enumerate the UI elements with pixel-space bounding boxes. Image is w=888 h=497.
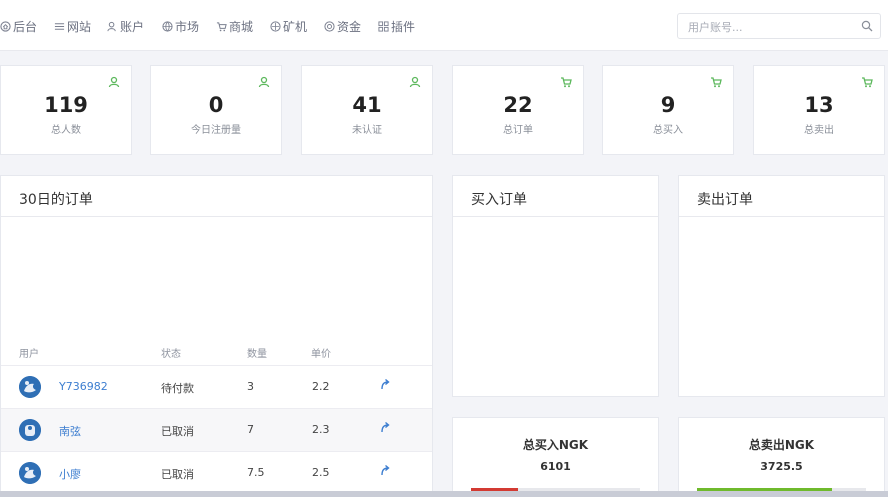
column-header-status: 状态 <box>161 349 181 360</box>
panel-title: 30日的订单 <box>19 192 93 208</box>
search-icon[interactable] <box>861 20 873 32</box>
nav-item-plugins[interactable]: 插件 <box>378 18 415 34</box>
stat-value: 41 <box>352 93 382 117</box>
stat-card-total-users: 119 总人数 <box>0 65 132 155</box>
nav-item-website[interactable]: 网站 <box>54 18 91 34</box>
globe-icon <box>162 21 173 32</box>
column-header-user: 用户 <box>19 349 39 360</box>
stat-label: 未认证 <box>352 125 382 136</box>
total-buy-card: 总买入NGK 6101 <box>452 417 659 497</box>
user-icon <box>409 76 421 88</box>
nav-item-mall[interactable]: 商城 <box>216 18 253 34</box>
buy-orders-panel: 买入订单 <box>452 175 659 397</box>
coin-icon <box>324 21 335 32</box>
stat-value: 13 <box>804 93 834 117</box>
stat-label: 今日注册量 <box>191 125 241 136</box>
search-input[interactable] <box>686 17 860 37</box>
order-user-link[interactable]: 小廖 <box>59 466 81 482</box>
nav-item-backend[interactable]: 后台 <box>0 18 37 34</box>
table-row[interactable]: 小廖 已取消 7.5 2.5 <box>1 451 432 494</box>
order-quantity: 7 <box>247 423 254 436</box>
stat-card-total-buy: 9 总买入 <box>602 65 734 155</box>
stat-value: 119 <box>44 93 88 117</box>
total-buy-value: 6101 <box>540 460 571 473</box>
table-row[interactable]: Y736982 待付款 3 2.2 <box>1 365 432 408</box>
bottom-scroll-strip <box>0 491 888 497</box>
stat-label: 总人数 <box>51 125 81 136</box>
share-icon[interactable] <box>379 378 391 390</box>
order-quantity: 7.5 <box>247 466 265 479</box>
user-icon <box>258 76 270 88</box>
nav-item-label: 商城 <box>229 20 254 34</box>
stat-label: 总订单 <box>503 125 533 136</box>
order-user-link[interactable]: 南弦 <box>59 423 81 439</box>
order-status: 待付款 <box>161 382 194 395</box>
top-navbar: 后台 网站 账户 市场 商城 矿机 资金 插件 <box>0 0 888 51</box>
cart-icon <box>216 22 227 32</box>
panel-title: 卖出订单 <box>697 192 753 208</box>
stat-label: 总买入 <box>653 125 683 136</box>
stat-label: 总卖出 <box>804 125 834 136</box>
nav-item-label: 资金 <box>337 20 362 34</box>
user-icon <box>107 21 116 32</box>
list-icon <box>54 23 65 30</box>
grid-icon <box>378 21 389 32</box>
cart-icon <box>862 77 873 88</box>
nav-item-market[interactable]: 市场 <box>162 18 199 34</box>
search-box <box>677 13 881 39</box>
stat-card-unverified: 41 未认证 <box>301 65 433 155</box>
target-icon <box>270 21 281 32</box>
avatar <box>19 376 41 398</box>
nav-item-funds[interactable]: 资金 <box>324 18 361 34</box>
cart-icon <box>561 77 572 88</box>
table-row[interactable]: 南弦 已取消 7 2.3 <box>1 408 432 451</box>
stat-card-total-sell: 13 总卖出 <box>753 65 885 155</box>
nav-item-miner[interactable]: 矿机 <box>270 18 307 34</box>
total-sell-title: 总卖出NGK <box>748 438 815 452</box>
stat-value: 9 <box>660 93 676 117</box>
total-buy-title: 总买入NGK <box>522 438 589 452</box>
nav-item-label: 市场 <box>175 20 200 34</box>
order-user-link[interactable]: Y736982 <box>59 380 108 393</box>
share-icon[interactable] <box>379 464 391 476</box>
column-header-price: 单价 <box>311 349 331 360</box>
order-price: 2.2 <box>312 380 330 393</box>
stat-value: 22 <box>503 93 533 117</box>
sell-orders-panel: 卖出订单 <box>678 175 885 397</box>
divider <box>1 216 432 217</box>
order-price: 2.3 <box>312 423 330 436</box>
order-status: 已取消 <box>161 468 194 481</box>
panel-title: 买入订单 <box>471 192 527 208</box>
total-sell-card: 总卖出NGK 3725.5 <box>678 417 885 497</box>
user-icon <box>108 76 120 88</box>
divider <box>453 216 658 217</box>
avatar <box>19 462 41 484</box>
stat-card-total-orders: 22 总订单 <box>452 65 584 155</box>
nav-item-label: 插件 <box>391 20 416 34</box>
share-icon[interactable] <box>379 421 391 433</box>
nav-item-label: 矿机 <box>283 20 308 34</box>
order-price: 2.5 <box>312 466 330 479</box>
column-header-quantity: 数量 <box>247 349 267 360</box>
home-icon <box>0 21 11 32</box>
total-sell-value: 3725.5 <box>760 460 803 473</box>
nav-item-label: 后台 <box>13 20 38 34</box>
avatar <box>19 419 41 441</box>
stat-value: 0 <box>208 93 224 117</box>
order-status: 已取消 <box>161 425 194 438</box>
cart-icon <box>711 77 722 88</box>
nav-item-label: 账户 <box>120 20 145 34</box>
nav-item-label: 网站 <box>67 20 92 34</box>
stat-card-today-registrations: 0 今日注册量 <box>150 65 282 155</box>
order-quantity: 3 <box>247 380 254 393</box>
divider <box>679 216 884 217</box>
nav-item-account[interactable]: 账户 <box>107 18 144 34</box>
